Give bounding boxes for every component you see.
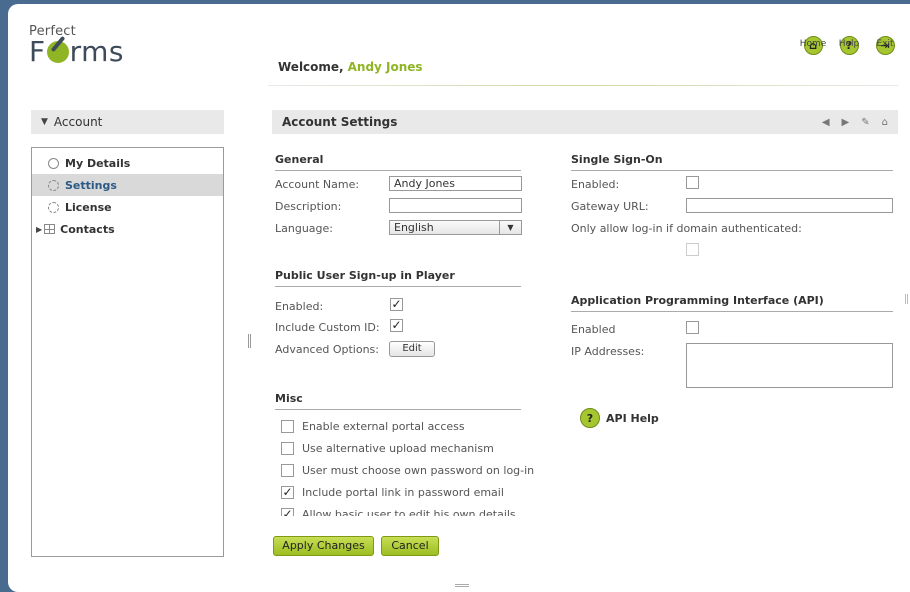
header-divider (268, 85, 898, 86)
logo-letters-rms: rms (69, 35, 124, 68)
app-window: Perfect Frms Welcome, Andy Jones ⌂ Home ?… (8, 4, 910, 592)
user-name: Andy Jones (347, 60, 423, 74)
account-name-label: Account Name: (275, 178, 360, 191)
custom-id-checkbox[interactable]: ✓ (390, 319, 403, 332)
contacts-grid-icon (44, 224, 56, 234)
api-section-title: Application Programming Interface (API) (571, 294, 824, 307)
signup-enabled-checkbox[interactable]: ✓ (390, 298, 403, 311)
option-label: Use alternative upload mechanism (302, 442, 494, 455)
sidebar-item-my-details[interactable]: My Details (32, 152, 223, 174)
chevron-down-icon: ▼ (499, 221, 521, 234)
language-label: Language: (275, 222, 333, 235)
domain-auth-checkbox[interactable] (686, 243, 699, 256)
sso-enabled-label: Enabled: (571, 178, 620, 191)
page-title: Account Settings (282, 115, 398, 129)
header-tools: ◀ ▶ ✎ ⌂ (822, 117, 898, 128)
api-divider (571, 311, 893, 312)
sidebar-item-settings[interactable]: Settings (32, 174, 223, 196)
perfectforms-logo: Perfect Frms (29, 24, 124, 68)
help-icon: ? (580, 408, 600, 428)
checkbox[interactable] (281, 420, 294, 433)
logo-pen-icon (46, 41, 69, 63)
description-input[interactable] (389, 198, 522, 213)
signup-divider (275, 286, 521, 287)
expand-arrow-icon[interactable]: ▶ (36, 225, 42, 234)
option-label: Enable external portal access (302, 420, 465, 433)
checkbox[interactable] (281, 442, 294, 455)
cancel-button[interactable]: Cancel (381, 536, 439, 556)
collapse-triangle-icon: ▼ (41, 117, 48, 127)
sidebar-item-label: My Details (65, 156, 131, 170)
help-label: Help (838, 39, 860, 49)
language-select[interactable]: English ▼ (389, 220, 522, 235)
sidebar-item-contacts[interactable]: ▶ Contacts (32, 218, 223, 240)
apply-changes-button[interactable]: Apply Changes (273, 536, 374, 556)
signup-section-title: Public User Sign-up in Player (275, 269, 455, 282)
logo-big-text: Frms (29, 35, 124, 68)
welcome-message: Welcome, Andy Jones (278, 60, 423, 74)
edit-pencil-icon[interactable]: ✎ (861, 117, 869, 128)
next-arrow-icon[interactable]: ▶ (842, 117, 850, 128)
language-selected-value: English (394, 221, 434, 234)
gateway-url-label: Gateway URL: (571, 200, 649, 213)
sidebar-item-label: Contacts (60, 222, 115, 236)
api-enabled-label: Enabled (571, 323, 616, 336)
exit-button[interactable]: ⇥ Exit (872, 36, 898, 55)
welcome-label: Welcome, (278, 60, 344, 74)
account-panel-title: Account (53, 115, 103, 129)
account-tree: My Details Settings License ▶ Contacts (31, 147, 224, 557)
custom-id-label: Include Custom ID: (275, 321, 380, 334)
misc-option-basic-user-edit[interactable]: ✓ Allow basic user to edit his own detai… (281, 508, 516, 516)
option-label: Allow basic user to edit his own details (302, 508, 516, 516)
account-panel-header[interactable]: ▼ Account (31, 110, 224, 134)
general-section-title: General (275, 153, 324, 166)
sso-section-title: Single Sign-On (571, 153, 663, 166)
checkbox[interactable]: ✓ (281, 486, 294, 499)
edit-button[interactable]: Edit (389, 341, 435, 357)
sidebar-item-license[interactable]: License (32, 196, 223, 218)
bottom-resize-handle[interactable] (455, 584, 469, 587)
right-splitter-handle[interactable] (905, 294, 908, 304)
sso-enabled-checkbox[interactable] (686, 176, 699, 189)
account-settings-header: Account Settings ◀ ▶ ✎ ⌂ (272, 110, 898, 134)
print-icon[interactable]: ⌂ (882, 117, 888, 128)
checkbox[interactable]: ✓ (281, 508, 294, 516)
misc-option-portal-link[interactable]: ✓ Include portal link in password email (281, 486, 504, 499)
ip-addresses-label: IP Addresses: (571, 345, 645, 358)
api-enabled-checkbox[interactable] (686, 321, 699, 334)
header-actions: ⌂ Home ? Help ⇥ Exit (800, 36, 898, 55)
misc-options-list: Enable external portal access Use altern… (278, 416, 538, 516)
api-help-link[interactable]: ? API Help (580, 408, 659, 428)
sidebar-item-label: Settings (65, 178, 117, 192)
misc-option-own-password[interactable]: User must choose own password on log-in (281, 464, 534, 477)
misc-option-external-portal[interactable]: Enable external portal access (281, 420, 465, 433)
previous-arrow-icon[interactable]: ◀ (822, 117, 830, 128)
panel-splitter-handle[interactable] (248, 334, 251, 348)
logo-letter-f: F (29, 35, 46, 68)
account-name-input[interactable]: Andy Jones (389, 176, 522, 191)
user-icon (48, 157, 59, 169)
home-label: Home (799, 39, 827, 49)
advanced-options-label: Advanced Options: (275, 343, 379, 356)
description-label: Description: (275, 200, 342, 213)
ip-addresses-textarea[interactable] (686, 343, 893, 388)
help-button[interactable]: ? Help (836, 36, 862, 55)
general-divider (275, 170, 521, 171)
misc-option-alt-upload[interactable]: Use alternative upload mechanism (281, 442, 494, 455)
exit-label: Exit (876, 39, 894, 49)
gear-icon (48, 201, 59, 213)
domain-auth-label: Only allow log-in if domain authenticate… (571, 222, 802, 235)
option-label: User must choose own password on log-in (302, 464, 535, 477)
sso-divider (571, 170, 893, 171)
home-button[interactable]: ⌂ Home (800, 36, 826, 55)
gateway-url-input[interactable] (686, 198, 893, 213)
api-help-label: API Help (606, 411, 659, 425)
gear-icon (48, 179, 59, 191)
checkbox[interactable] (281, 464, 294, 477)
option-label: Include portal link in password email (302, 486, 504, 499)
sidebar-item-label: License (65, 200, 112, 214)
signup-enabled-label: Enabled: (275, 300, 324, 313)
misc-divider (275, 409, 521, 410)
misc-section-title: Misc (275, 392, 303, 405)
